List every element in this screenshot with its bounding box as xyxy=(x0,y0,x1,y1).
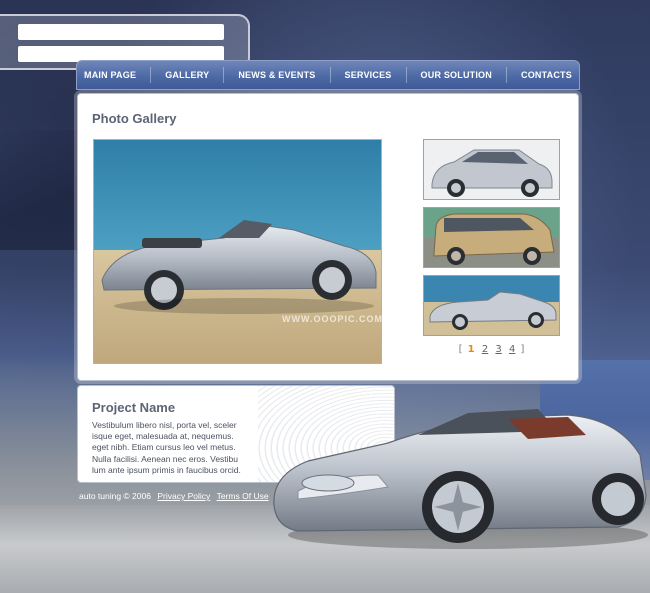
nav-divider xyxy=(223,67,225,83)
watermark-text: WWW.OOOPIC.COM xyxy=(282,314,383,324)
nav-divider xyxy=(405,67,407,83)
hero-car-image xyxy=(268,395,650,555)
copyright-text: auto tuning © 2006 xyxy=(79,491,151,501)
nav-main-page[interactable]: MAIN PAGE xyxy=(84,70,136,80)
nav-divider xyxy=(329,67,331,83)
project-description: Vestibulum libero nisl, porta vel, scele… xyxy=(92,420,241,475)
nav-services[interactable]: SERVICES xyxy=(345,70,392,80)
background-mountains xyxy=(0,130,80,250)
silver-roadster-photo xyxy=(424,276,559,335)
gallery-title: Photo Gallery xyxy=(92,111,177,126)
nav-divider xyxy=(505,67,507,83)
terms-of-use-link[interactable]: Terms Of Use xyxy=(217,491,269,501)
pager-page-2[interactable]: 2 xyxy=(482,344,488,355)
silver-concept-roadster-photo xyxy=(273,409,648,549)
pager-open-bracket: [ xyxy=(458,344,463,355)
nav-news-events[interactable]: NEWS & EVENTS xyxy=(238,70,315,80)
project-title: Project Name xyxy=(92,400,176,415)
gallery-thumbnail[interactable] xyxy=(423,139,560,200)
gallery-thumbnail[interactable] xyxy=(423,207,560,268)
logo-placeholder-line xyxy=(18,24,224,40)
nav-divider xyxy=(150,67,152,83)
nav-our-solution[interactable]: OUR SOLUTION xyxy=(421,70,492,80)
main-photo[interactable] xyxy=(93,139,382,364)
pager-page-3[interactable]: 3 xyxy=(495,344,501,355)
pager-close-bracket: ] xyxy=(520,344,525,355)
nav-gallery[interactable]: GALLERY xyxy=(165,70,209,80)
gallery-pager: [ 1 2 3 4 ] xyxy=(423,344,560,355)
photo-gallery-panel: Photo Gallery [1 2 3 4] xyxy=(77,93,579,381)
nav-contacts[interactable]: CONTACTS xyxy=(521,70,572,80)
gold-minivan-photo xyxy=(424,208,559,267)
pager-page-1[interactable]: 1 xyxy=(468,344,475,355)
privacy-policy-link[interactable]: Privacy Policy xyxy=(157,491,210,501)
silver-roadster-photo xyxy=(94,140,381,363)
pager-page-4[interactable]: 4 xyxy=(509,344,515,355)
gallery-thumbnail[interactable] xyxy=(423,275,560,336)
footer: auto tuning © 2006 Privacy Policy Terms … xyxy=(79,491,269,501)
silver-hatchback-photo xyxy=(424,140,559,199)
main-navigation: MAIN PAGE GALLERY NEWS & EVENTS SERVICES… xyxy=(76,60,580,90)
